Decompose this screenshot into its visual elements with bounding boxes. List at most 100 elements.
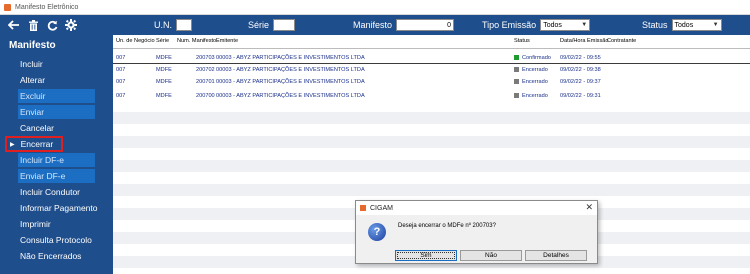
sidebar-item-enviar-dfe[interactable]: Enviar DF-e (18, 169, 95, 183)
column-header-num[interactable]: Num. Manifesto (177, 38, 216, 44)
sidebar: Manifesto Incluir Alterar Excluir Enviar… (0, 35, 113, 274)
sidebar-item-label: Não Encerrados (20, 251, 82, 261)
table-row[interactable]: 007 MDFE 200702 00003 - ABYZ PARTICIPAÇÕ… (113, 64, 750, 76)
dialog-titlebar: CIGAM (356, 201, 597, 215)
sidebar-item-label: Informar Pagamento (20, 203, 98, 213)
cell-serie: MDFE (156, 67, 172, 73)
cell-data: 09/02/22 - 09:38 (560, 67, 601, 73)
refresh-icon[interactable] (45, 18, 59, 32)
manifesto-input[interactable]: 0 (396, 19, 455, 31)
cell-num: 200703 (196, 55, 215, 61)
column-header-data[interactable]: Data/Hora Emissão (560, 38, 609, 44)
sidebar-item-label: Enviar (20, 107, 45, 117)
confirm-dialog: CIGAM ✕ ? Deseja encerrar o MDFe nº 2007… (355, 200, 598, 264)
empty-row (113, 112, 750, 124)
cell-num: 200701 (196, 79, 215, 85)
sidebar-item-incluir-dfe[interactable]: Incluir DF-e (18, 153, 95, 167)
cell-data: 09/02/22 - 09:55 (560, 55, 601, 61)
sidebar-item-informar-pagamento[interactable]: Informar Pagamento (20, 201, 97, 215)
sidebar-item-label: Alterar (20, 75, 46, 85)
status-value: Todos (674, 21, 694, 29)
sidebar-item-cancelar[interactable]: Cancelar (20, 121, 54, 135)
cell-un: 007 (116, 79, 126, 85)
app-logo-icon (360, 205, 366, 211)
cell-serie: MDFE (156, 93, 172, 99)
empty-row (113, 184, 750, 196)
tipo-emissao-value: Todos (543, 21, 562, 29)
column-header-serie[interactable]: Série (156, 38, 169, 44)
trash-icon[interactable] (26, 18, 40, 32)
details-button[interactable]: Detalhes (525, 250, 587, 261)
status-text: Encerrado (522, 67, 548, 73)
un-filter: U.N. (154, 18, 192, 32)
cell-emitente: 00003 - ABYZ PARTICIPAÇÕES E INVESTIMENT… (216, 55, 365, 61)
sidebar-item-enviar[interactable]: Enviar (18, 105, 95, 119)
cell-un: 007 (116, 55, 126, 61)
sidebar-item-nao-encerrados[interactable]: Não Encerrados (20, 249, 81, 263)
sidebar-item-encerrar[interactable]: ▶ Encerrar (5, 136, 63, 152)
sidebar-item-label: Imprimir (20, 219, 51, 229)
top-toolbar: U.N. Série Manifesto 0 Tipo Emissão Todo… (0, 15, 750, 35)
window-title: Manifesto Eletrônico (15, 3, 79, 11)
gear-icon[interactable] (64, 18, 78, 32)
table-row[interactable]: 007 MDFE 200700 00003 - ABYZ PARTICIPAÇÕ… (113, 90, 750, 102)
no-button[interactable]: Não (460, 250, 522, 261)
column-header-un[interactable]: Un. de Negócio (116, 38, 155, 44)
question-icon: ? (368, 223, 386, 241)
status-select[interactable]: Todos ▼ (671, 19, 722, 31)
table-row[interactable]: 007 MDFE 200701 00003 - ABYZ PARTICIPAÇÕ… (113, 76, 750, 88)
empty-row (113, 136, 750, 148)
sidebar-item-incluir-condutor[interactable]: Incluir Condutor (20, 185, 80, 199)
sidebar-item-alterar[interactable]: Alterar (20, 73, 45, 87)
un-label: U.N. (154, 20, 172, 30)
status-closed-icon (514, 79, 519, 84)
cell-serie: MDFE (156, 79, 172, 85)
cell-un: 007 (116, 67, 126, 73)
cell-data: 09/02/22 - 09:37 (560, 79, 601, 85)
column-header-contratante[interactable]: Contratante (607, 38, 636, 44)
cell-status: Encerrado (514, 93, 548, 99)
table-row[interactable]: 007 MDFE 200703 00003 - ABYZ PARTICIPAÇÕ… (113, 52, 750, 64)
yes-button[interactable]: Sim (395, 250, 457, 261)
sidebar-item-consulta-protocolo[interactable]: Consulta Protocolo (20, 233, 92, 247)
dialog-title: CIGAM (370, 204, 393, 212)
sidebar-item-label: Enviar DF-e (20, 171, 66, 181)
status-closed-icon (514, 67, 519, 72)
sidebar-item-imprimir[interactable]: Imprimir (20, 217, 51, 231)
close-icon[interactable]: ✕ (585, 202, 593, 213)
dialog-message: Deseja encerrar o MDFe nº 200703? (398, 223, 496, 229)
sidebar-item-label: Encerrar (20, 139, 54, 149)
status-confirmed-icon (514, 55, 519, 60)
tipo-emissao-label: Tipo Emissão (482, 20, 537, 30)
manifesto-label: Manifesto (353, 20, 393, 30)
cell-un: 007 (116, 93, 126, 99)
serie-input[interactable] (273, 19, 296, 31)
status-text: Confirmado (522, 55, 551, 61)
chevron-down-icon: ▼ (581, 22, 588, 28)
status-text: Encerrado (522, 79, 548, 85)
grid-header: Un. de Negócio Série Num. Manifesto Emit… (113, 35, 750, 49)
status-label: Status (642, 20, 668, 30)
back-arrow-icon[interactable] (7, 18, 21, 32)
sidebar-item-label: Incluir (20, 59, 43, 69)
sidebar-item-label: Excluir (20, 91, 46, 101)
tipo-emissao-select[interactable]: Todos ▼ (540, 19, 591, 31)
manifesto-filter: Manifesto 0 (353, 18, 455, 32)
play-triangle-icon: ▶ (10, 141, 15, 148)
column-header-emitente[interactable]: Emitente (216, 38, 238, 44)
cell-data: 09/02/22 - 09:31 (560, 93, 601, 99)
cell-num: 200700 (196, 93, 215, 99)
app-logo-icon (4, 3, 11, 11)
cell-emitente: 00003 - ABYZ PARTICIPAÇÕES E INVESTIMENT… (216, 79, 365, 85)
cell-emitente: 00003 - ABYZ PARTICIPAÇÕES E INVESTIMENT… (216, 67, 365, 73)
cell-emitente: 00003 - ABYZ PARTICIPAÇÕES E INVESTIMENT… (216, 93, 365, 99)
column-header-status[interactable]: Status (514, 38, 530, 44)
sidebar-item-excluir[interactable]: Excluir (18, 89, 95, 103)
un-input[interactable] (176, 19, 192, 31)
status-filter: Status Todos ▼ (642, 18, 722, 32)
sidebar-item-label: Consulta Protocolo (20, 235, 92, 245)
window-titlebar: Manifesto Eletrônico (0, 0, 750, 15)
sidebar-heading: Manifesto (9, 40, 56, 51)
status-closed-icon (514, 93, 519, 98)
sidebar-item-incluir[interactable]: Incluir (20, 57, 43, 71)
